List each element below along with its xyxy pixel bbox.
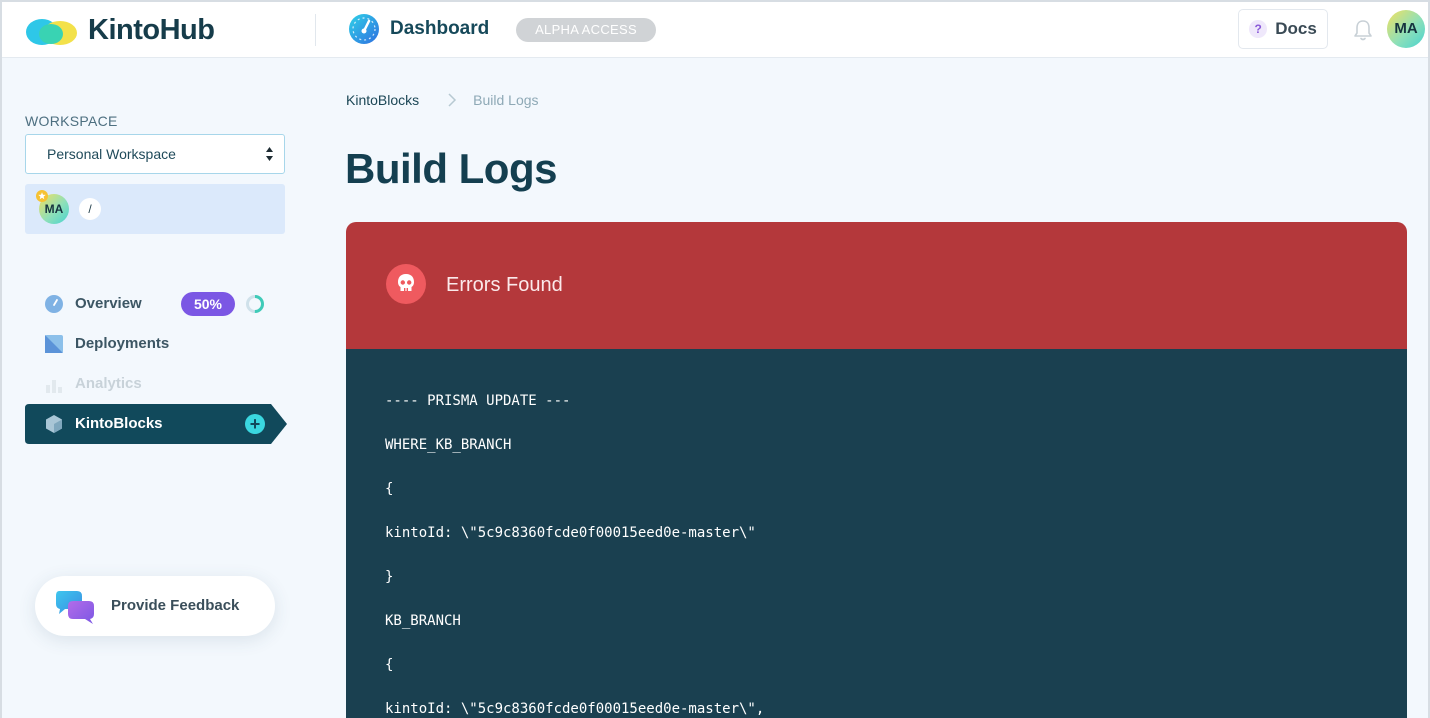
dashboard-title: Dashboard bbox=[390, 18, 490, 39]
sidebar-item-label: Deployments bbox=[75, 335, 170, 352]
sidebar-item-overview[interactable]: Overview 50% bbox=[25, 284, 287, 324]
log-line: kintoId: \"5c9c8360fcde0f00015eed0e-mast… bbox=[385, 525, 756, 541]
dashboard-link[interactable]: Dashboard bbox=[348, 13, 489, 45]
chat-bubbles-icon bbox=[56, 591, 94, 624]
sidebar-item-kintoblocks[interactable]: KintoBlocks + bbox=[25, 404, 287, 444]
kintohub-logo[interactable]: KintoHub bbox=[24, 12, 215, 48]
error-status-header: Errors Found bbox=[346, 222, 1407, 349]
top-bar: KintoHub Dashboard ALPHA ACCESS ? Docs M… bbox=[2, 2, 1428, 58]
add-kintoblock-icon[interactable]: + bbox=[245, 414, 265, 434]
breadcrumb: KintoBlocks Build Logs bbox=[346, 92, 539, 108]
progress-ring-icon bbox=[246, 295, 264, 313]
help-icon: ? bbox=[1249, 20, 1268, 38]
workspace-member-row: MA / bbox=[25, 184, 285, 234]
log-line: kintoId: \"5c9c8360fcde0f00015eed0e-mast… bbox=[385, 701, 765, 717]
sidebar: WORKSPACE Personal Workspace MA / Overvi… bbox=[2, 59, 315, 718]
errors-found-title: Errors Found bbox=[446, 274, 563, 296]
topbar-divider bbox=[315, 14, 316, 46]
log-line: { bbox=[385, 481, 394, 497]
sidebar-item-deployments[interactable]: Deployments bbox=[25, 324, 287, 364]
feedback-label: Provide Feedback bbox=[111, 597, 240, 614]
breadcrumb-current: Build Logs bbox=[473, 92, 539, 108]
breadcrumb-kintoblocks-link[interactable]: KintoBlocks bbox=[346, 92, 419, 108]
sidebar-item-label: Analytics bbox=[75, 375, 142, 392]
log-line: { bbox=[385, 657, 394, 673]
kintohub-logo-icon bbox=[26, 19, 77, 45]
provide-feedback-button[interactable]: Provide Feedback bbox=[35, 576, 275, 636]
speedometer-icon bbox=[349, 14, 379, 44]
log-line: } bbox=[385, 569, 394, 585]
chevron-right-icon bbox=[448, 93, 457, 107]
docs-label: Docs bbox=[1275, 19, 1317, 38]
edit-pencil-icon[interactable]: / bbox=[79, 198, 101, 220]
log-line: ---- PRISMA UPDATE --- bbox=[385, 393, 571, 409]
workspace-label: WORKSPACE bbox=[25, 113, 118, 129]
log-output[interactable]: ---- PRISMA UPDATE --- WHERE_KB_BRANCH {… bbox=[346, 349, 1407, 718]
log-line: WHERE_KB_BRANCH bbox=[385, 437, 512, 453]
bar-chart-icon bbox=[46, 380, 62, 393]
deployments-icon bbox=[45, 335, 63, 353]
select-arrows-icon bbox=[266, 147, 273, 161]
hexagon-icon bbox=[46, 415, 62, 433]
skull-icon bbox=[386, 264, 426, 304]
sidebar-item-analytics: Analytics bbox=[25, 364, 287, 404]
alpha-access-badge: ALPHA ACCESS bbox=[516, 18, 656, 42]
page-title: Build Logs bbox=[345, 145, 557, 192]
sidebar-item-label: Overview bbox=[75, 295, 142, 312]
workspace-select[interactable]: Personal Workspace bbox=[25, 134, 285, 174]
progress-badge: 50% bbox=[181, 292, 235, 316]
logo-text: KintoHub bbox=[88, 13, 215, 46]
main-content: KintoBlocks Build Logs Build Logs Errors… bbox=[315, 59, 1428, 718]
workspace-select-value: Personal Workspace bbox=[47, 146, 176, 162]
gauge-icon bbox=[45, 295, 63, 313]
docs-button[interactable]: ? Docs bbox=[1238, 9, 1328, 49]
sidebar-item-label: KintoBlocks bbox=[75, 415, 163, 432]
owner-star-icon bbox=[36, 190, 48, 202]
log-line: KB_BRANCH bbox=[385, 613, 461, 629]
user-avatar[interactable]: MA bbox=[1387, 10, 1425, 48]
build-log-card: Errors Found ---- PRISMA UPDATE --- WHER… bbox=[346, 222, 1407, 718]
bell-icon[interactable] bbox=[1352, 18, 1374, 42]
